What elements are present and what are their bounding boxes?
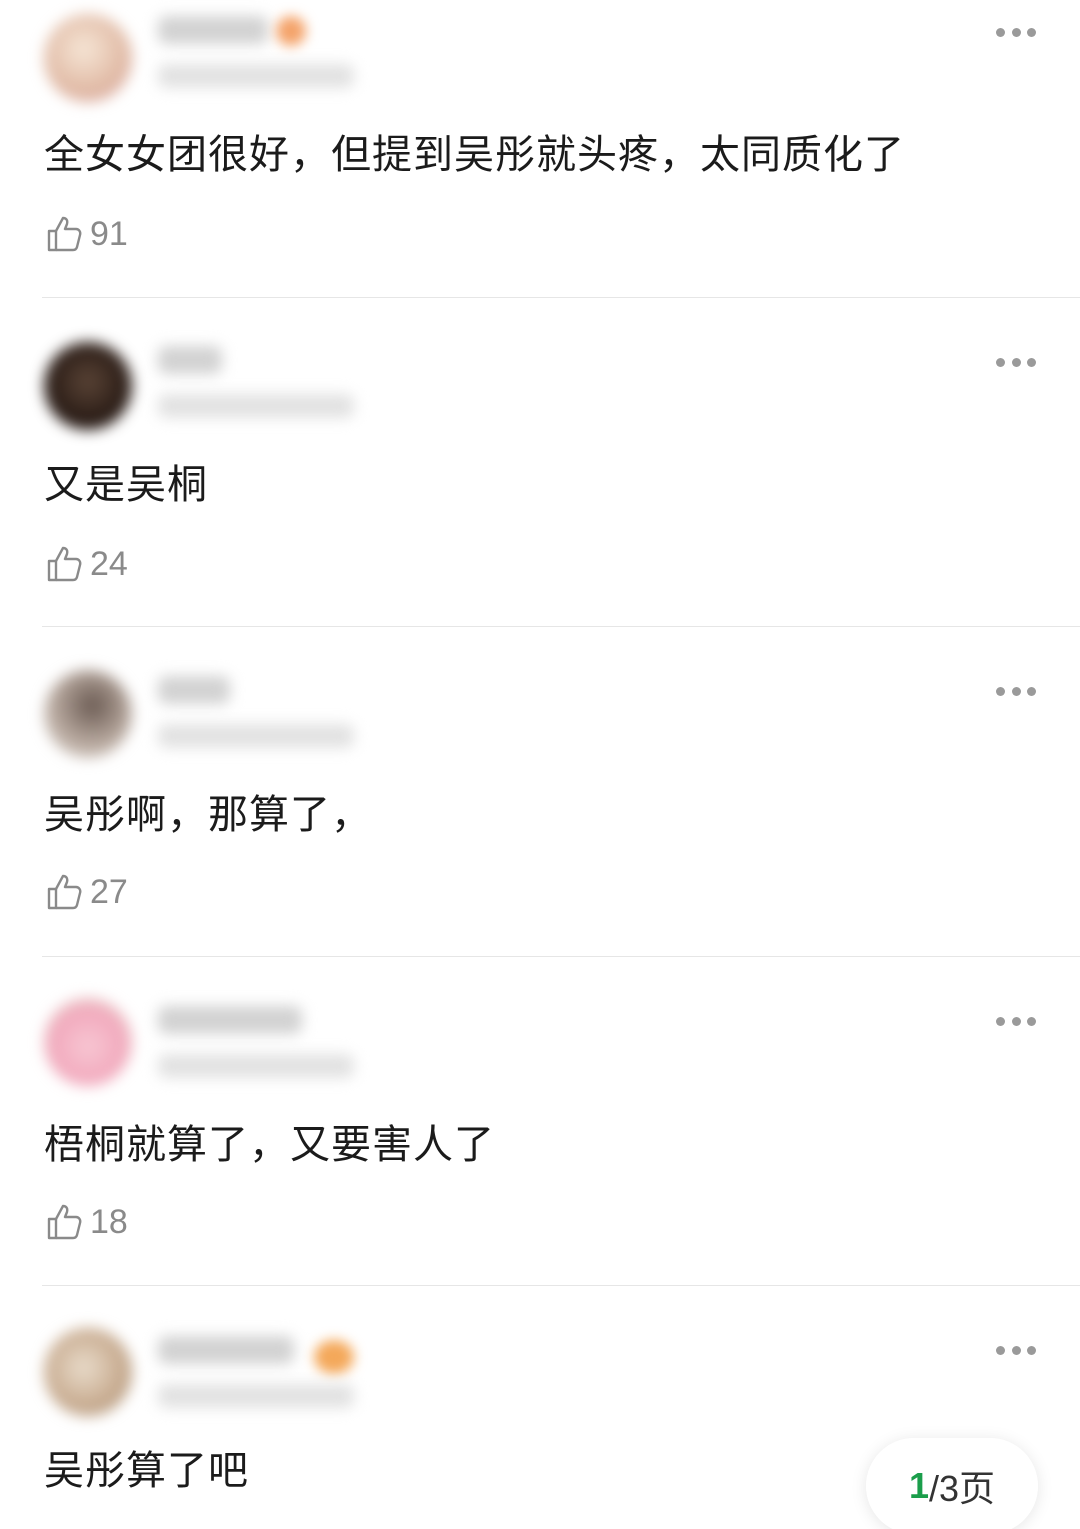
- divider: [42, 1285, 1080, 1286]
- user-badge-icon: [276, 16, 306, 46]
- comment-text: 吴彤啊，那算了，: [44, 792, 372, 838]
- like-count: 18: [90, 1202, 128, 1241]
- page-current: 1: [908, 1465, 929, 1506]
- username[interactable]: [158, 676, 230, 704]
- more-options-icon[interactable]: [996, 26, 1036, 38]
- divider: [42, 956, 1080, 957]
- like-count: 24: [90, 544, 128, 583]
- like-button[interactable]: 18: [44, 1200, 128, 1244]
- avatar[interactable]: [44, 14, 132, 102]
- comment-text: 又是吴桐: [44, 462, 208, 508]
- page-indicator[interactable]: 1/3页: [866, 1438, 1038, 1529]
- username[interactable]: [158, 1336, 294, 1364]
- comment-meta: [158, 394, 354, 418]
- page-total: /3页: [929, 1468, 996, 1509]
- avatar[interactable]: [44, 670, 132, 758]
- comment-feed: 全女女团很好，但提到吴彤就头疼，太同质化了 91 又是吴桐 24 吴彤啊，那算了…: [0, 0, 1080, 1529]
- comment-meta: [158, 64, 354, 88]
- thumbs-up-icon: [47, 216, 82, 252]
- comment-text: 梧桐就算了，又要害人了: [44, 1122, 495, 1168]
- avatar[interactable]: [44, 1328, 132, 1416]
- thumbs-up-icon: [47, 1204, 82, 1240]
- user-badge-icon: [314, 1340, 354, 1374]
- username[interactable]: [158, 1006, 302, 1034]
- more-options-icon[interactable]: [996, 356, 1036, 368]
- comment-meta: [158, 1384, 354, 1408]
- like-button[interactable]: 24: [44, 542, 128, 586]
- avatar[interactable]: [44, 998, 132, 1086]
- like-button[interactable]: 27: [44, 870, 128, 914]
- avatar[interactable]: [44, 342, 132, 430]
- like-button[interactable]: 91: [44, 212, 128, 256]
- comment-meta: [158, 1054, 354, 1078]
- username[interactable]: [158, 16, 268, 44]
- username[interactable]: [158, 346, 222, 374]
- thumbs-up-icon: [47, 874, 82, 910]
- comment-text: 吴彤算了吧: [44, 1448, 249, 1494]
- more-options-icon[interactable]: [996, 1015, 1036, 1027]
- comment-meta: [158, 724, 354, 748]
- like-count: 27: [90, 872, 128, 911]
- comment-text: 全女女团很好，但提到吴彤就头疼，太同质化了: [44, 132, 905, 178]
- more-options-icon[interactable]: [996, 685, 1036, 697]
- divider: [42, 626, 1080, 627]
- like-count: 91: [90, 214, 128, 253]
- thumbs-up-icon: [47, 546, 82, 582]
- more-options-icon[interactable]: [996, 1344, 1036, 1356]
- divider: [42, 297, 1080, 298]
